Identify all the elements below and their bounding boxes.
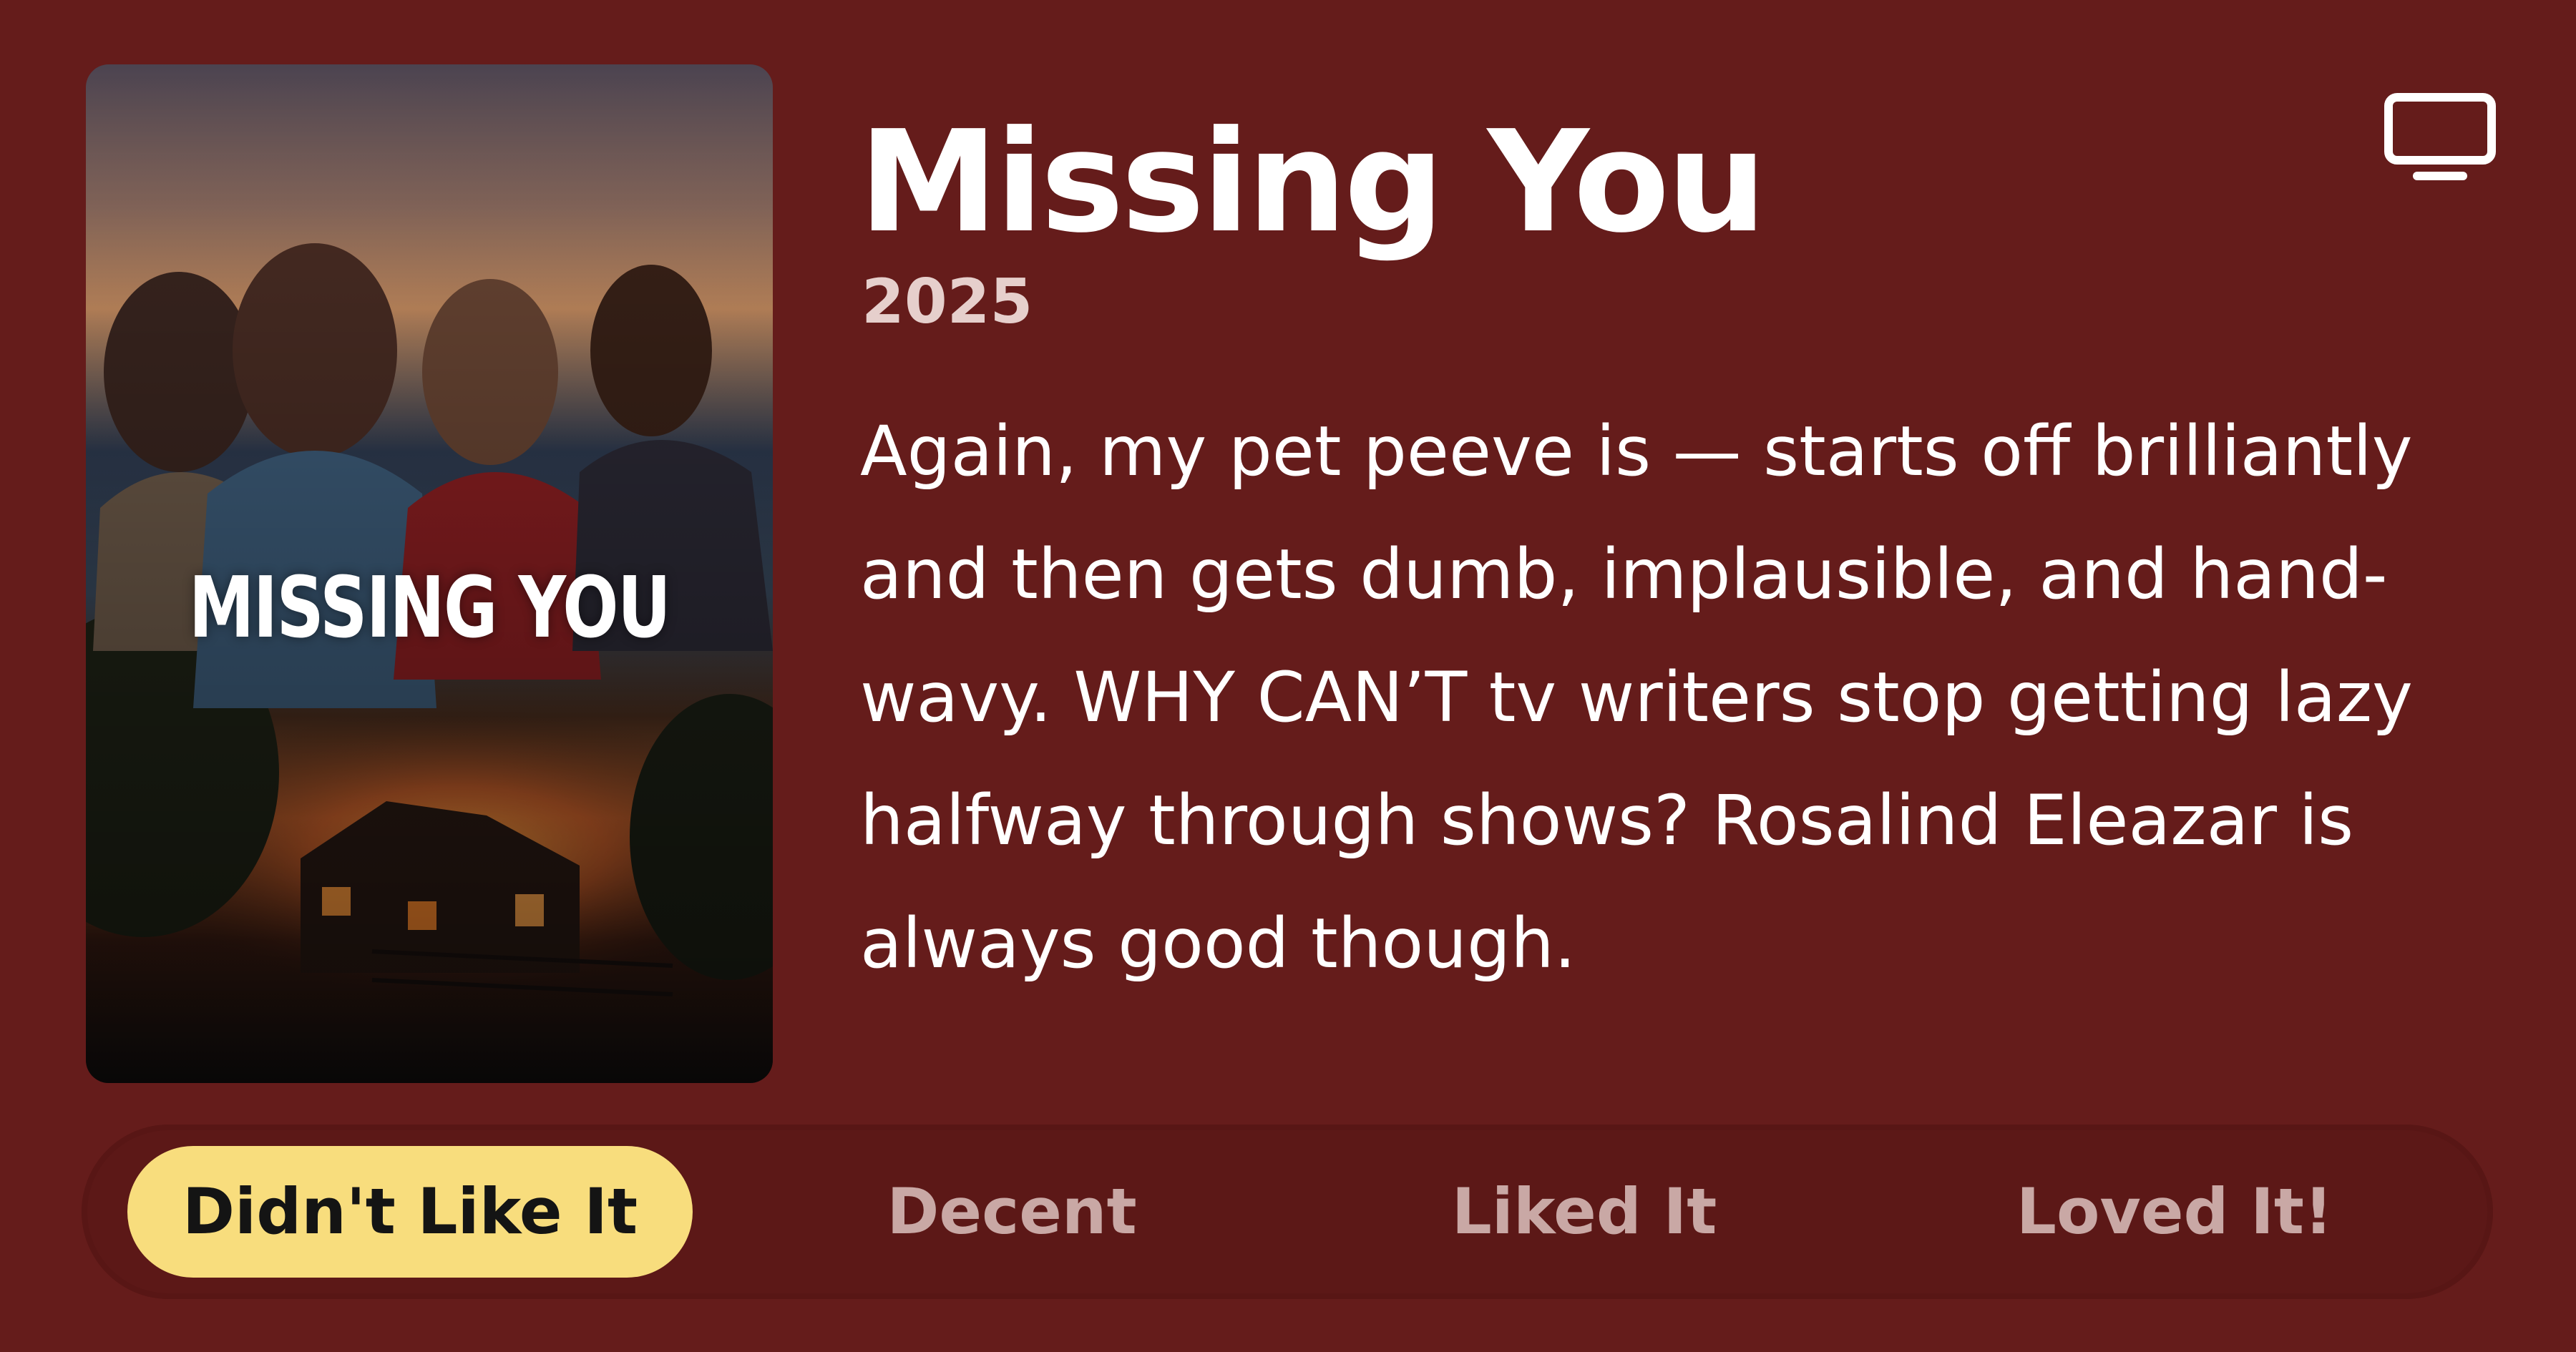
rating-option-decent[interactable]: Decent (797, 1146, 1226, 1278)
release-year: 2025 (862, 266, 1033, 338)
review-text: Again, my pet peeve is — starts off bril… (860, 411, 2413, 984)
rating-option-loved-it[interactable]: Loved It! (1942, 1146, 2407, 1278)
page-title: Missing You (859, 101, 1767, 264)
rating-option-didnt-like-it[interactable]: Didn't Like It (127, 1146, 693, 1278)
poster-image: MISSING YOU (86, 64, 773, 1083)
rating-selector: Didn't Like It Decent Liked It Loved It! (82, 1125, 2493, 1299)
tv-icon[interactable] (2383, 92, 2497, 185)
poster-title-text: MISSING YOU (188, 558, 671, 657)
rating-option-liked-it[interactable]: Liked It (1370, 1146, 1799, 1278)
